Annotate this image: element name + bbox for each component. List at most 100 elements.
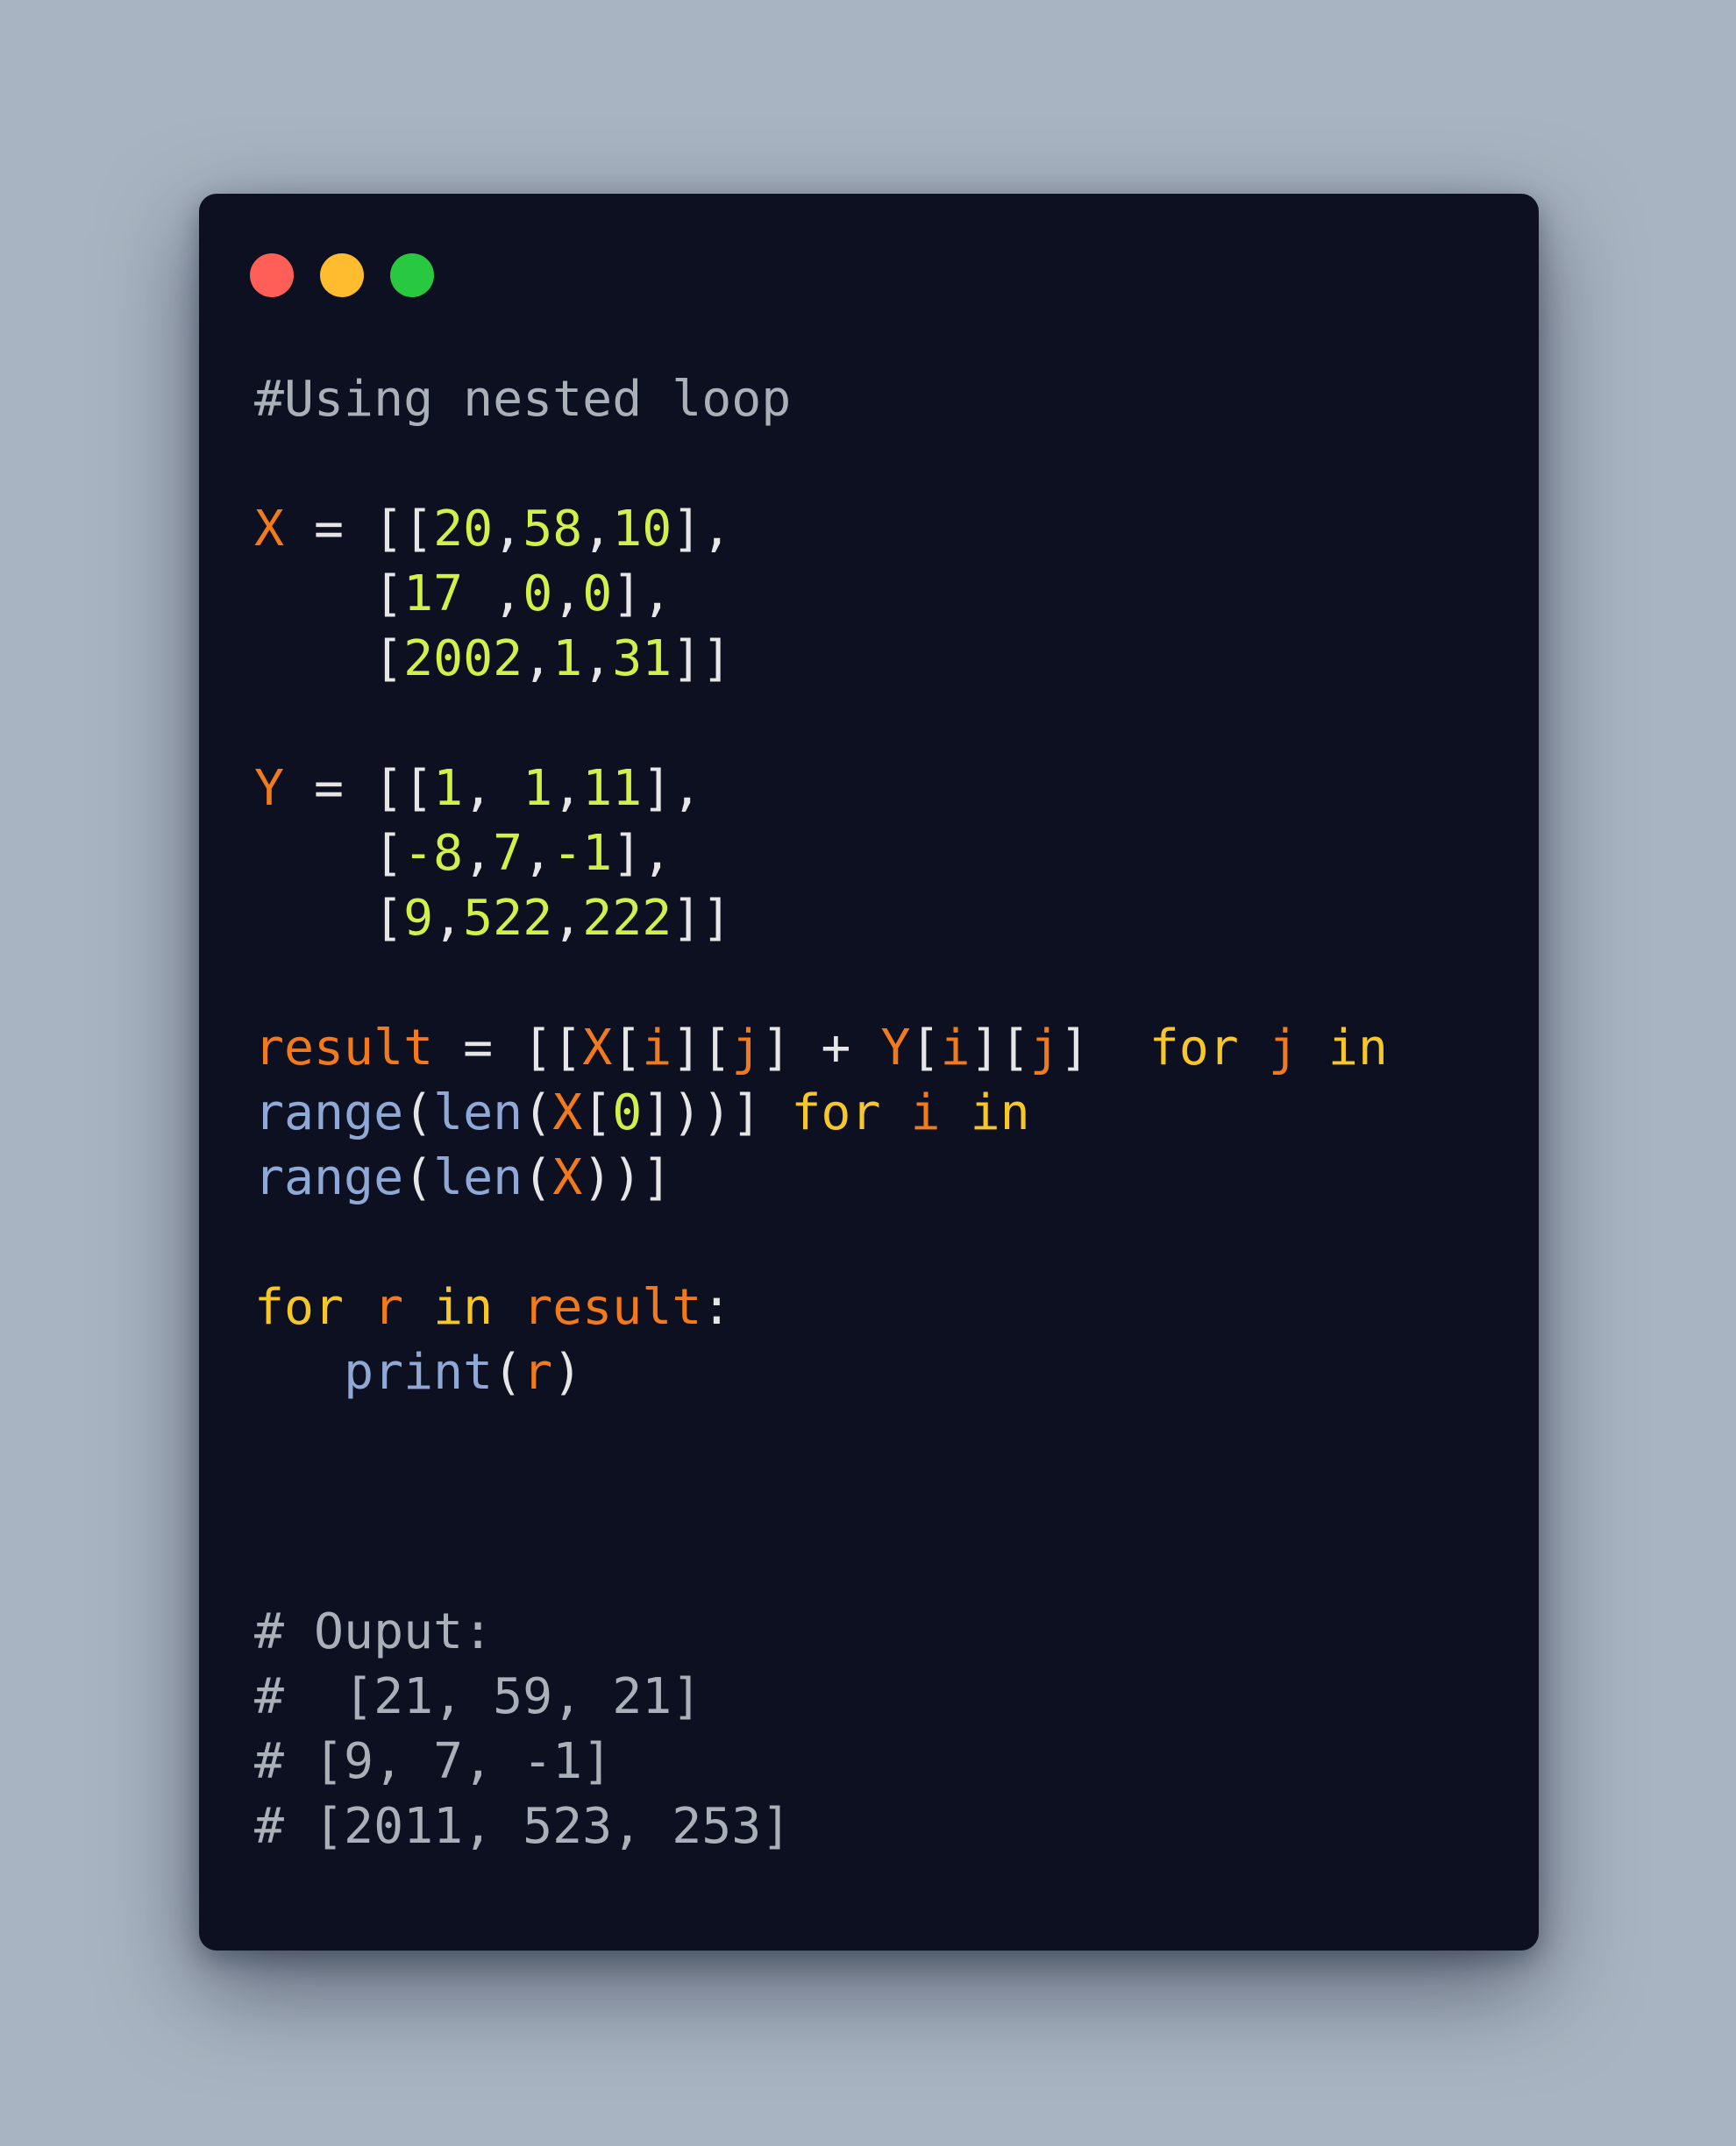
builtin-token: len [433,1149,523,1206]
punctuation-token: , [523,630,553,687]
punctuation-token: ( [523,1084,553,1141]
variable-token: r [374,1279,404,1336]
code-block: #Using nested loop X = [[20,58,10], [17 ,… [254,367,1388,1859]
number-token: 17 [403,565,464,622]
variable-token: X [552,1149,583,1206]
builtin-token: range [254,1149,404,1206]
keyword-token: in [433,1279,494,1336]
punctuation-token: [ [910,1020,941,1077]
punctuation-token: ] + [761,1020,881,1077]
code-line: #Using nested loop [254,367,1388,432]
number-token: 11 [582,760,643,817]
number-token: 1 [433,760,464,817]
punctuation-token: , [463,760,523,817]
punctuation-token [254,1344,344,1401]
punctuation-token: [ [254,825,404,882]
punctuation-token: ( [403,1084,434,1141]
punctuation-token: , [552,760,583,817]
builtin-token: range [254,1084,404,1141]
code-line: range(len(X[0]))] for i in [254,1081,1388,1146]
variable-token: i [642,1020,672,1077]
punctuation-token: ] [1059,1020,1149,1077]
number-token: 58 [523,501,583,558]
number-token: 10 [612,501,672,558]
comment-token: #Using nested loop [254,371,792,428]
punctuation-token: = [[ [284,501,434,558]
punctuation-token: ]))] [642,1084,792,1141]
punctuation-token: ], [612,565,672,622]
punctuation-token: ]] [672,630,732,687]
number-token: 0 [582,565,613,622]
number-token: 0 [523,565,553,622]
punctuation-token: : [701,1279,732,1336]
code-line: Y = [[1, 1,11], [254,757,1388,821]
punctuation-token: , [493,501,523,558]
punctuation-token: [ [582,1084,613,1141]
punctuation-token: ( [493,1344,523,1401]
punctuation-token: ], [672,501,732,558]
builtin-token: print [344,1344,494,1401]
keyword-token: in [1327,1020,1388,1077]
number-token: -1 [552,825,613,882]
code-line: # Ouput: [254,1600,1388,1665]
code-window: #Using nested loop X = [[20,58,10], [17 ,… [199,194,1539,1951]
punctuation-token [403,1279,433,1336]
window-controls [250,253,434,297]
number-token: 0 [612,1084,643,1141]
punctuation-token: ][ [672,1020,732,1077]
punctuation-token: = [[ [284,760,434,817]
punctuation-token: , [463,825,494,882]
variable-token: Y [254,760,285,817]
punctuation-token [493,1279,523,1336]
number-token: 1 [523,760,553,817]
variable-token: i [910,1084,941,1141]
punctuation-token: [ [612,1020,643,1077]
punctuation-token: , [463,565,523,622]
maximize-button[interactable] [390,253,434,297]
keyword-token: in [970,1084,1030,1141]
number-token: 222 [582,890,672,947]
code-line: # [9, 7, -1] [254,1730,1388,1794]
keyword-token: for [254,1279,345,1336]
comment-token: # Ouput: [254,1603,494,1660]
punctuation-token: , [582,630,613,687]
punctuation-token [941,1084,971,1141]
punctuation-token: , [552,565,583,622]
variable-token: j [1268,1020,1298,1077]
number-token: 2002 [403,630,523,687]
punctuation-token: ))] [582,1149,672,1206]
punctuation-token [880,1084,910,1141]
code-line: print(r) [254,1340,1388,1405]
comment-token: # [9, 7, -1] [254,1733,613,1790]
comment-token: # [21, 59, 21] [254,1668,702,1725]
code-line: [2002,1,31]] [254,627,1388,692]
variable-token: X [582,1020,613,1077]
code-line: [17 ,0,0], [254,562,1388,627]
punctuation-token: ]] [672,890,732,947]
variable-token: Y [880,1020,911,1077]
code-line: [9,522,222]] [254,886,1388,951]
punctuation-token: , [523,825,553,882]
variable-token: X [552,1084,583,1141]
punctuation-token [1298,1020,1328,1077]
close-button[interactable] [250,253,294,297]
number-token: 1 [552,630,583,687]
punctuation-token: , [582,501,613,558]
number-token: 31 [612,630,672,687]
punctuation-token: = [[ [433,1020,583,1077]
number-token: 7 [493,825,523,882]
code-line: # [21, 59, 21] [254,1665,1388,1730]
builtin-token: len [433,1084,523,1141]
code-line: result = [[X[i][j] + Y[i][j] for j in [254,1016,1388,1081]
variable-token: i [940,1020,971,1077]
punctuation-token: [ [254,630,404,687]
punctuation-token [344,1279,374,1336]
minimize-button[interactable] [320,253,364,297]
number-token: 522 [463,890,553,947]
keyword-token: for [791,1084,881,1141]
